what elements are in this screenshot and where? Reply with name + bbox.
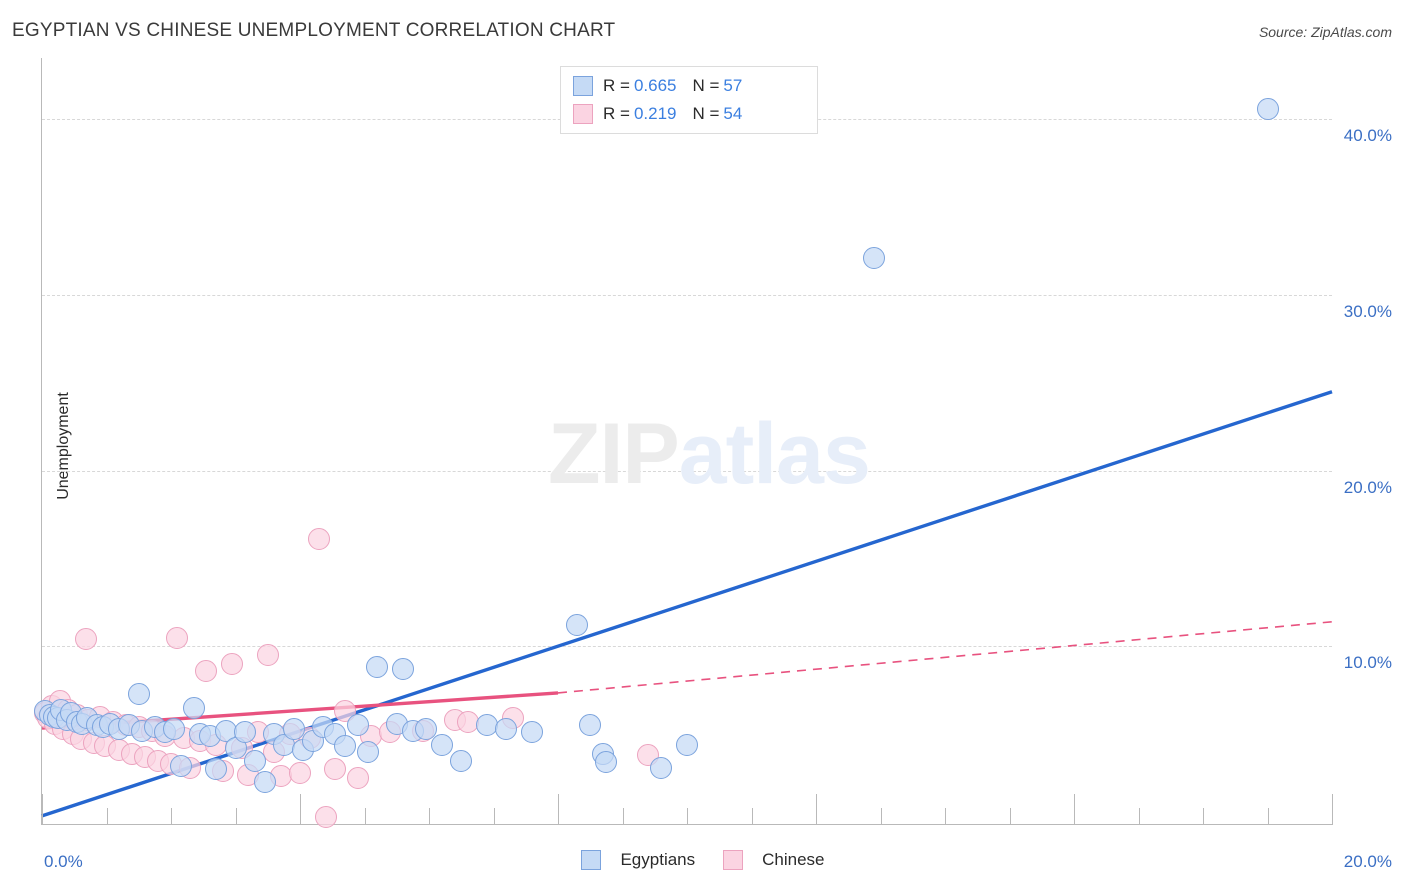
stats-row-chinese: R = 0.219 N = 54: [573, 100, 805, 128]
data-point-chinese[interactable]: [314, 805, 337, 828]
page-title: EGYPTIAN VS CHINESE UNEMPLOYMENT CORRELA…: [12, 20, 616, 41]
legend-item-egyptians[interactable]: Egyptians: [581, 850, 695, 870]
swatch-chinese-icon: [573, 104, 593, 124]
source-attribution: Source: ZipAtlas.com: [1258, 24, 1392, 40]
x-axis-tick: [235, 808, 237, 824]
trend-line-chinese-extrapolated: [557, 620, 1333, 694]
data-point-egyptians[interactable]: [450, 749, 473, 772]
data-point-chinese[interactable]: [289, 761, 311, 784]
x-axis-tick: [751, 808, 753, 824]
swatch-egyptians-icon: [573, 76, 593, 96]
x-axis-tick: [1203, 808, 1204, 824]
scatter-plot-area: [34, 58, 1333, 828]
y-axis-tick-label: 10.0%: [1343, 653, 1392, 673]
data-point-egyptians[interactable]: [650, 756, 673, 779]
data-point-egyptians[interactable]: [356, 740, 379, 763]
data-point-egyptians[interactable]: [430, 733, 453, 756]
x-axis-tick: [364, 808, 366, 824]
x-axis-tick: [1009, 808, 1011, 824]
legend-label-chinese: Chinese: [762, 850, 825, 869]
data-point-egyptians[interactable]: [127, 682, 150, 705]
x-axis-tick: [1332, 794, 1333, 824]
x-axis-tick: [687, 808, 688, 824]
n-value-egyptians: 57: [723, 76, 743, 95]
correlation-stats-box: R = 0.665 N = 57 R = 0.219 N = 54: [560, 66, 818, 134]
stats-row-egyptians: R = 0.665 N = 57: [573, 72, 805, 100]
x-axis-tick: [1267, 808, 1269, 824]
r-label-egyptians: R =: [603, 76, 630, 95]
x-axis-tick: [558, 794, 559, 824]
x-axis-tick: [622, 808, 624, 824]
data-point-egyptians[interactable]: [282, 717, 305, 740]
data-point-egyptians[interactable]: [169, 754, 192, 777]
data-point-egyptians[interactable]: [182, 696, 205, 719]
n-label-egyptians: N =: [692, 76, 720, 95]
data-point-chinese[interactable]: [166, 626, 189, 649]
data-point-egyptians[interactable]: [243, 749, 266, 772]
x-axis-tick: [42, 794, 43, 824]
x-axis-line: [41, 824, 1333, 825]
r-label-chinese: R =: [603, 104, 630, 123]
x-axis-tick: [945, 808, 946, 824]
y-axis-tick-label: 30.0%: [1343, 302, 1392, 322]
r-value-egyptians: 0.665: [633, 76, 677, 95]
x-axis-tick: [493, 808, 495, 824]
x-axis-tick: [816, 794, 817, 824]
x-axis-tick: [1074, 794, 1075, 824]
data-point-egyptians[interactable]: [163, 717, 186, 740]
legend-swatch-egyptians-icon: [581, 850, 602, 870]
x-axis-tick: [106, 808, 108, 824]
x-axis-tick: [300, 794, 301, 824]
data-point-egyptians[interactable]: [676, 733, 698, 756]
x-axis-tick: [1138, 808, 1140, 824]
x-axis-tick: [429, 808, 430, 824]
legend-label-egyptians: Egyptians: [620, 850, 696, 869]
n-label-chinese: N =: [692, 104, 720, 123]
y-axis-tick-label: 20.0%: [1343, 477, 1392, 497]
y-axis-tick-label: 40.0%: [1343, 126, 1392, 146]
data-point-egyptians[interactable]: [1256, 97, 1279, 120]
data-point-egyptians[interactable]: [253, 770, 276, 793]
legend-item-chinese[interactable]: Chinese: [723, 850, 825, 870]
trend-lines: [41, 390, 1333, 818]
legend-swatch-chinese-icon: [723, 850, 744, 870]
chart-legend: Egyptians Chinese: [0, 850, 1406, 870]
n-value-chinese: 54: [723, 104, 743, 123]
x-axis-tick: [880, 808, 882, 824]
data-point-chinese[interactable]: [347, 767, 370, 790]
data-point-chinese[interactable]: [256, 644, 279, 667]
r-value-chinese: 0.219: [633, 104, 677, 123]
x-axis-tick: [171, 808, 172, 824]
